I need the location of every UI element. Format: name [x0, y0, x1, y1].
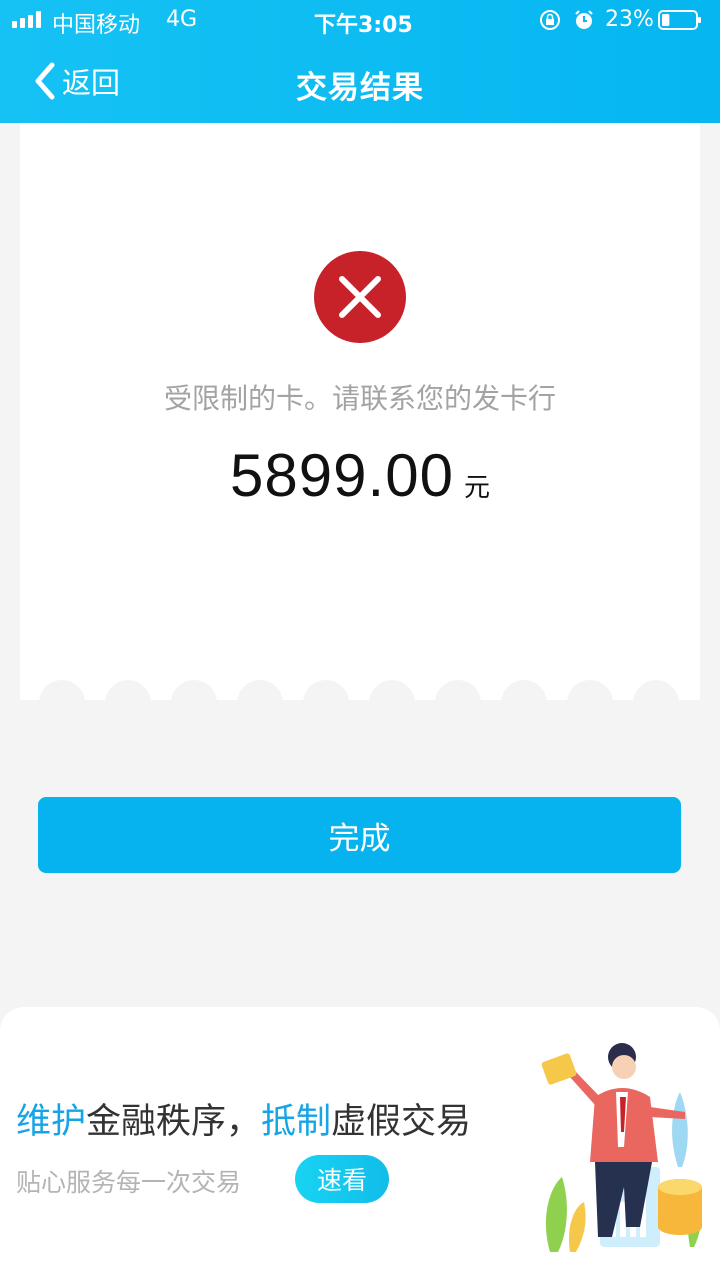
signal-strength-icon	[12, 11, 41, 28]
error-icon	[314, 251, 406, 343]
carrier-name: 中国移动	[52, 13, 141, 38]
promo-banner[interactable]: 维护金融秩序，抵制虚假交易 贴心服务每一次交易 速看	[0, 1007, 720, 1280]
network-type: 4G	[166, 7, 198, 32]
scallop	[105, 680, 151, 700]
promo-headline-part: 虚假交易	[331, 1102, 472, 1142]
scallop	[501, 680, 547, 700]
status-bar: 中国移动 4G 下午3:05 23%	[0, 0, 720, 40]
header: 中国移动 4G 下午3:05 23% 返回 交易结果	[0, 0, 720, 123]
promo-headline-part: 金融秩序，	[86, 1102, 262, 1142]
scallop	[633, 680, 679, 700]
scallop	[171, 680, 217, 700]
finance-person-illustration	[541, 1043, 702, 1252]
done-button[interactable]: 完成	[38, 797, 681, 873]
battery-icon	[658, 10, 701, 30]
receipt-scallop-edge	[20, 680, 700, 700]
transaction-amount: 5899.00	[230, 442, 454, 509]
alarm-icon	[575, 10, 593, 29]
error-message: 受限制的卡。请联系您的发卡行	[163, 382, 556, 415]
page-title: 交易结果	[296, 70, 424, 106]
scallop	[567, 680, 613, 700]
promo-subtitle: 贴心服务每一次交易	[16, 1168, 242, 1197]
promo-headline: 维护金融秩序，抵制虚假交易	[16, 1093, 471, 1144]
currency-unit: 元	[463, 473, 490, 503]
promo-headline-part: 抵制	[261, 1102, 332, 1142]
scallop	[237, 680, 283, 700]
promo-headline-part: 维护	[16, 1102, 87, 1142]
scallop	[303, 680, 349, 700]
status-time: 下午3:05	[314, 13, 413, 38]
rotation-lock-icon	[540, 10, 560, 30]
result-card: 受限制的卡。请联系您的发卡行 5899.00 元	[20, 123, 700, 700]
scallop	[39, 680, 85, 700]
nav-bar: 返回 交易结果	[0, 40, 720, 123]
scallop	[435, 680, 481, 700]
amount-row: 5899.00 元	[20, 441, 700, 510]
scallop	[369, 680, 415, 700]
promo-view-button[interactable]: 速看	[295, 1155, 389, 1203]
battery-percent: 23%	[605, 7, 654, 32]
